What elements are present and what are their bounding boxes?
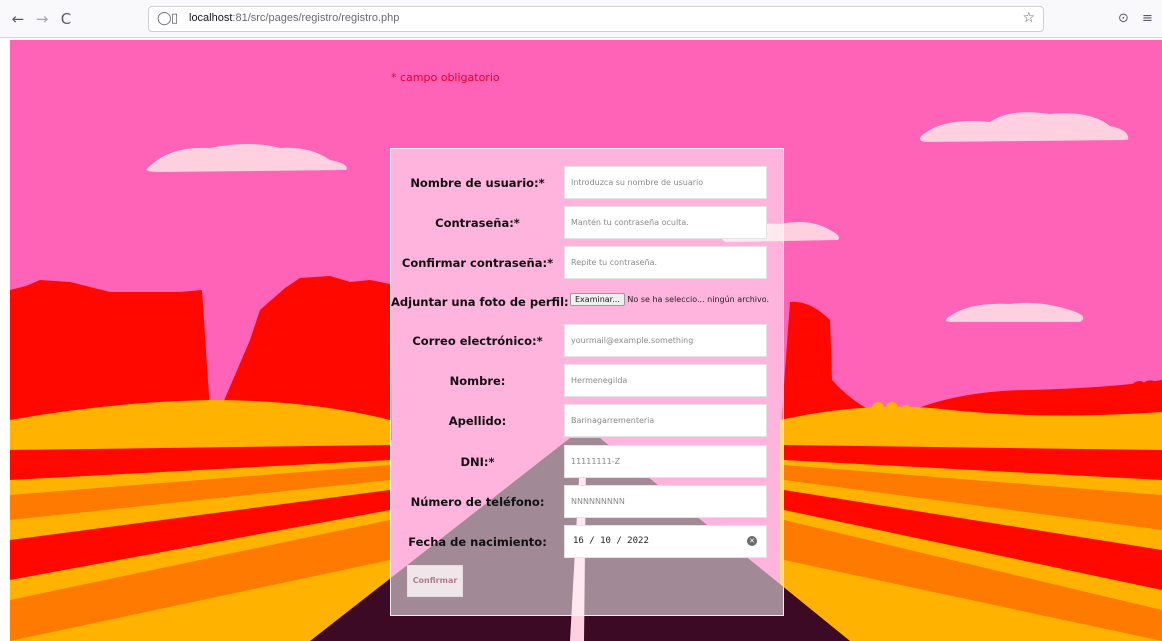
back-icon[interactable]: ← (8, 9, 28, 29)
forward-icon[interactable]: → (32, 9, 52, 29)
password-label: Contraseña:* (435, 216, 520, 230)
birth-date-value: 16 / 10 / 2022 (573, 536, 649, 546)
form-row-password: Contraseña:* (391, 206, 785, 239)
form-row-username: Nombre de usuario:* (391, 166, 785, 199)
url-path: :81/src/pages/registro/registro.php (232, 12, 400, 24)
confirm-password-input[interactable] (564, 246, 767, 279)
file-status-text: No se ha seleccio... ningún archivo. (627, 295, 770, 304)
form-row-phone: Número de teléfono: (391, 485, 785, 518)
browse-file-button[interactable]: Examinar... (570, 293, 625, 306)
form-row-dni: DNI:* (391, 445, 785, 478)
last-name-input[interactable] (564, 404, 767, 437)
pocket-icon[interactable]: ⊙ (1118, 9, 1129, 29)
page-icon[interactable]: ▯ (171, 11, 178, 27)
birth-date-label: Fecha de nacimiento: (408, 535, 547, 549)
file-picker[interactable]: Examinar... No se ha seleccio... ningún … (570, 293, 769, 309)
form-row-first-name: Nombre: (391, 364, 785, 397)
dni-label: DNI:* (460, 455, 495, 469)
username-input[interactable] (564, 166, 767, 199)
shield-icon[interactable]: ◯ (157, 11, 172, 27)
phone-input[interactable] (564, 485, 767, 518)
confirm-password-label: Confirmar contraseña:* (401, 256, 554, 270)
email-input[interactable] (564, 324, 767, 357)
first-name-label: Nombre: (449, 374, 506, 388)
first-name-input[interactable] (564, 364, 767, 397)
required-field-note: * campo obligatorio (391, 71, 500, 84)
profile-photo-label: Adjuntar una foto de perfil: (391, 295, 569, 309)
page-content: * campo obligatorio Nombre de usuario:* … (10, 40, 1162, 641)
birth-date-input[interactable]: 16 / 10 / 2022 ✕ (564, 525, 767, 558)
bookmark-star-icon[interactable]: ☆ (1022, 10, 1035, 26)
clear-date-icon[interactable]: ✕ (747, 536, 757, 546)
password-input[interactable] (564, 206, 767, 239)
dni-input[interactable] (564, 445, 767, 478)
form-row-confirm-password: Confirmar contraseña:* (391, 246, 785, 279)
url-text[interactable]: localhost:81/src/pages/registro/registro… (189, 12, 399, 24)
form-row-email: Correo electrónico:* (391, 324, 785, 357)
form-row-profile-photo: Adjuntar una foto de perfil: Examinar...… (391, 289, 785, 313)
address-bar[interactable]: ◯ ▯ localhost:81/src/pages/registro/regi… (148, 6, 1044, 32)
username-label: Nombre de usuario:* (410, 176, 545, 190)
last-name-label: Apellido: (448, 414, 507, 428)
registration-form: Nombre de usuario:* Contraseña:* Confirm… (390, 148, 784, 616)
phone-label: Número de teléfono: (410, 495, 545, 509)
url-host: localhost (189, 12, 233, 24)
form-row-last-name: Apellido: (391, 404, 785, 437)
browser-toolbar: ← → C ◯ ▯ localhost:81/src/pages/registr… (0, 0, 1162, 38)
menu-icon[interactable]: ≡ (1142, 9, 1153, 29)
form-row-birth-date: Fecha de nacimiento: 16 / 10 / 2022 ✕ (391, 525, 785, 558)
reload-icon[interactable]: C (56, 9, 76, 29)
email-label: Correo electrónico:* (412, 334, 543, 348)
confirm-button[interactable]: Confirmar (407, 565, 463, 597)
